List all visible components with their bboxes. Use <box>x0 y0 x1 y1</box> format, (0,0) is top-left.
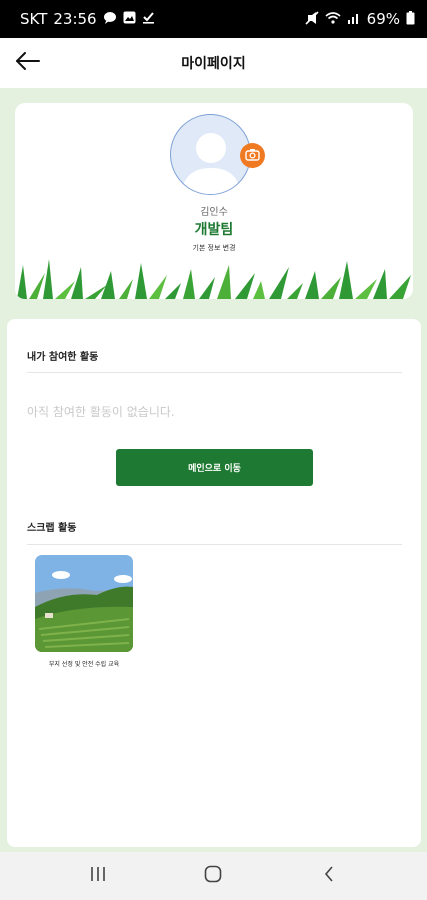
scrap-caption: 부지 선정 및 안전 수립 교육 <box>48 661 120 668</box>
scrap-item[interactable]: 부지 선정 및 안전 수립 교육 <box>35 555 133 668</box>
avatar[interactable] <box>170 114 251 195</box>
status-right: 69% <box>305 10 415 28</box>
nav-back-button[interactable] <box>309 856 349 896</box>
scrap-divider <box>27 544 402 545</box>
wifi-icon <box>325 11 341 27</box>
status-left: SKT 23:56 <box>20 10 155 28</box>
clock: 23:56 <box>53 10 97 28</box>
person-placeholder-icon <box>181 133 241 194</box>
home-icon <box>204 865 222 887</box>
main-card: 내가 참여한 활동 아직 참여한 활동이 없습니다. 메인으로 이동 스크랩 활… <box>7 319 421 847</box>
scrap-title: 스크랩 활동 <box>27 523 77 534</box>
team-name: 개발팀 <box>194 222 234 238</box>
signal-icon <box>347 11 361 27</box>
camera-button[interactable] <box>240 143 265 168</box>
go-main-button[interactable]: 메인으로 이동 <box>116 449 313 486</box>
mute-icon <box>305 10 319 28</box>
page-title: 마이페이지 <box>181 56 246 72</box>
chat-bubble-icon <box>103 11 117 28</box>
app-bar: 마이페이지 <box>0 38 427 88</box>
user-name: 김인수 <box>200 207 228 218</box>
gallery-icon <box>123 11 136 27</box>
battery-percent: 69% <box>366 10 400 28</box>
scrap-thumbnail <box>35 555 133 652</box>
landscape-image <box>35 555 133 652</box>
recent-apps-icon <box>89 866 107 886</box>
status-bar: SKT 23:56 69% <box>0 0 427 38</box>
activities-title: 내가 참여한 활동 <box>27 352 99 363</box>
back-button[interactable] <box>14 50 42 76</box>
grass-decoration <box>15 259 413 299</box>
edit-profile-link[interactable]: 기본 정보 변경 <box>15 243 413 253</box>
activities-empty-text: 아직 참여한 활동이 없습니다. <box>27 405 175 419</box>
download-icon <box>142 11 155 27</box>
recent-apps-button[interactable] <box>78 856 118 896</box>
activities-divider <box>27 372 402 373</box>
profile-card: 김인수 개발팀 기본 정보 변경 <box>15 103 413 299</box>
system-nav-bar <box>0 852 427 900</box>
carrier-label: SKT <box>20 10 48 28</box>
camera-icon <box>245 146 260 165</box>
home-button[interactable] <box>193 856 233 896</box>
arrow-left-icon <box>15 52 40 74</box>
battery-icon <box>406 10 415 28</box>
back-icon <box>323 865 335 887</box>
